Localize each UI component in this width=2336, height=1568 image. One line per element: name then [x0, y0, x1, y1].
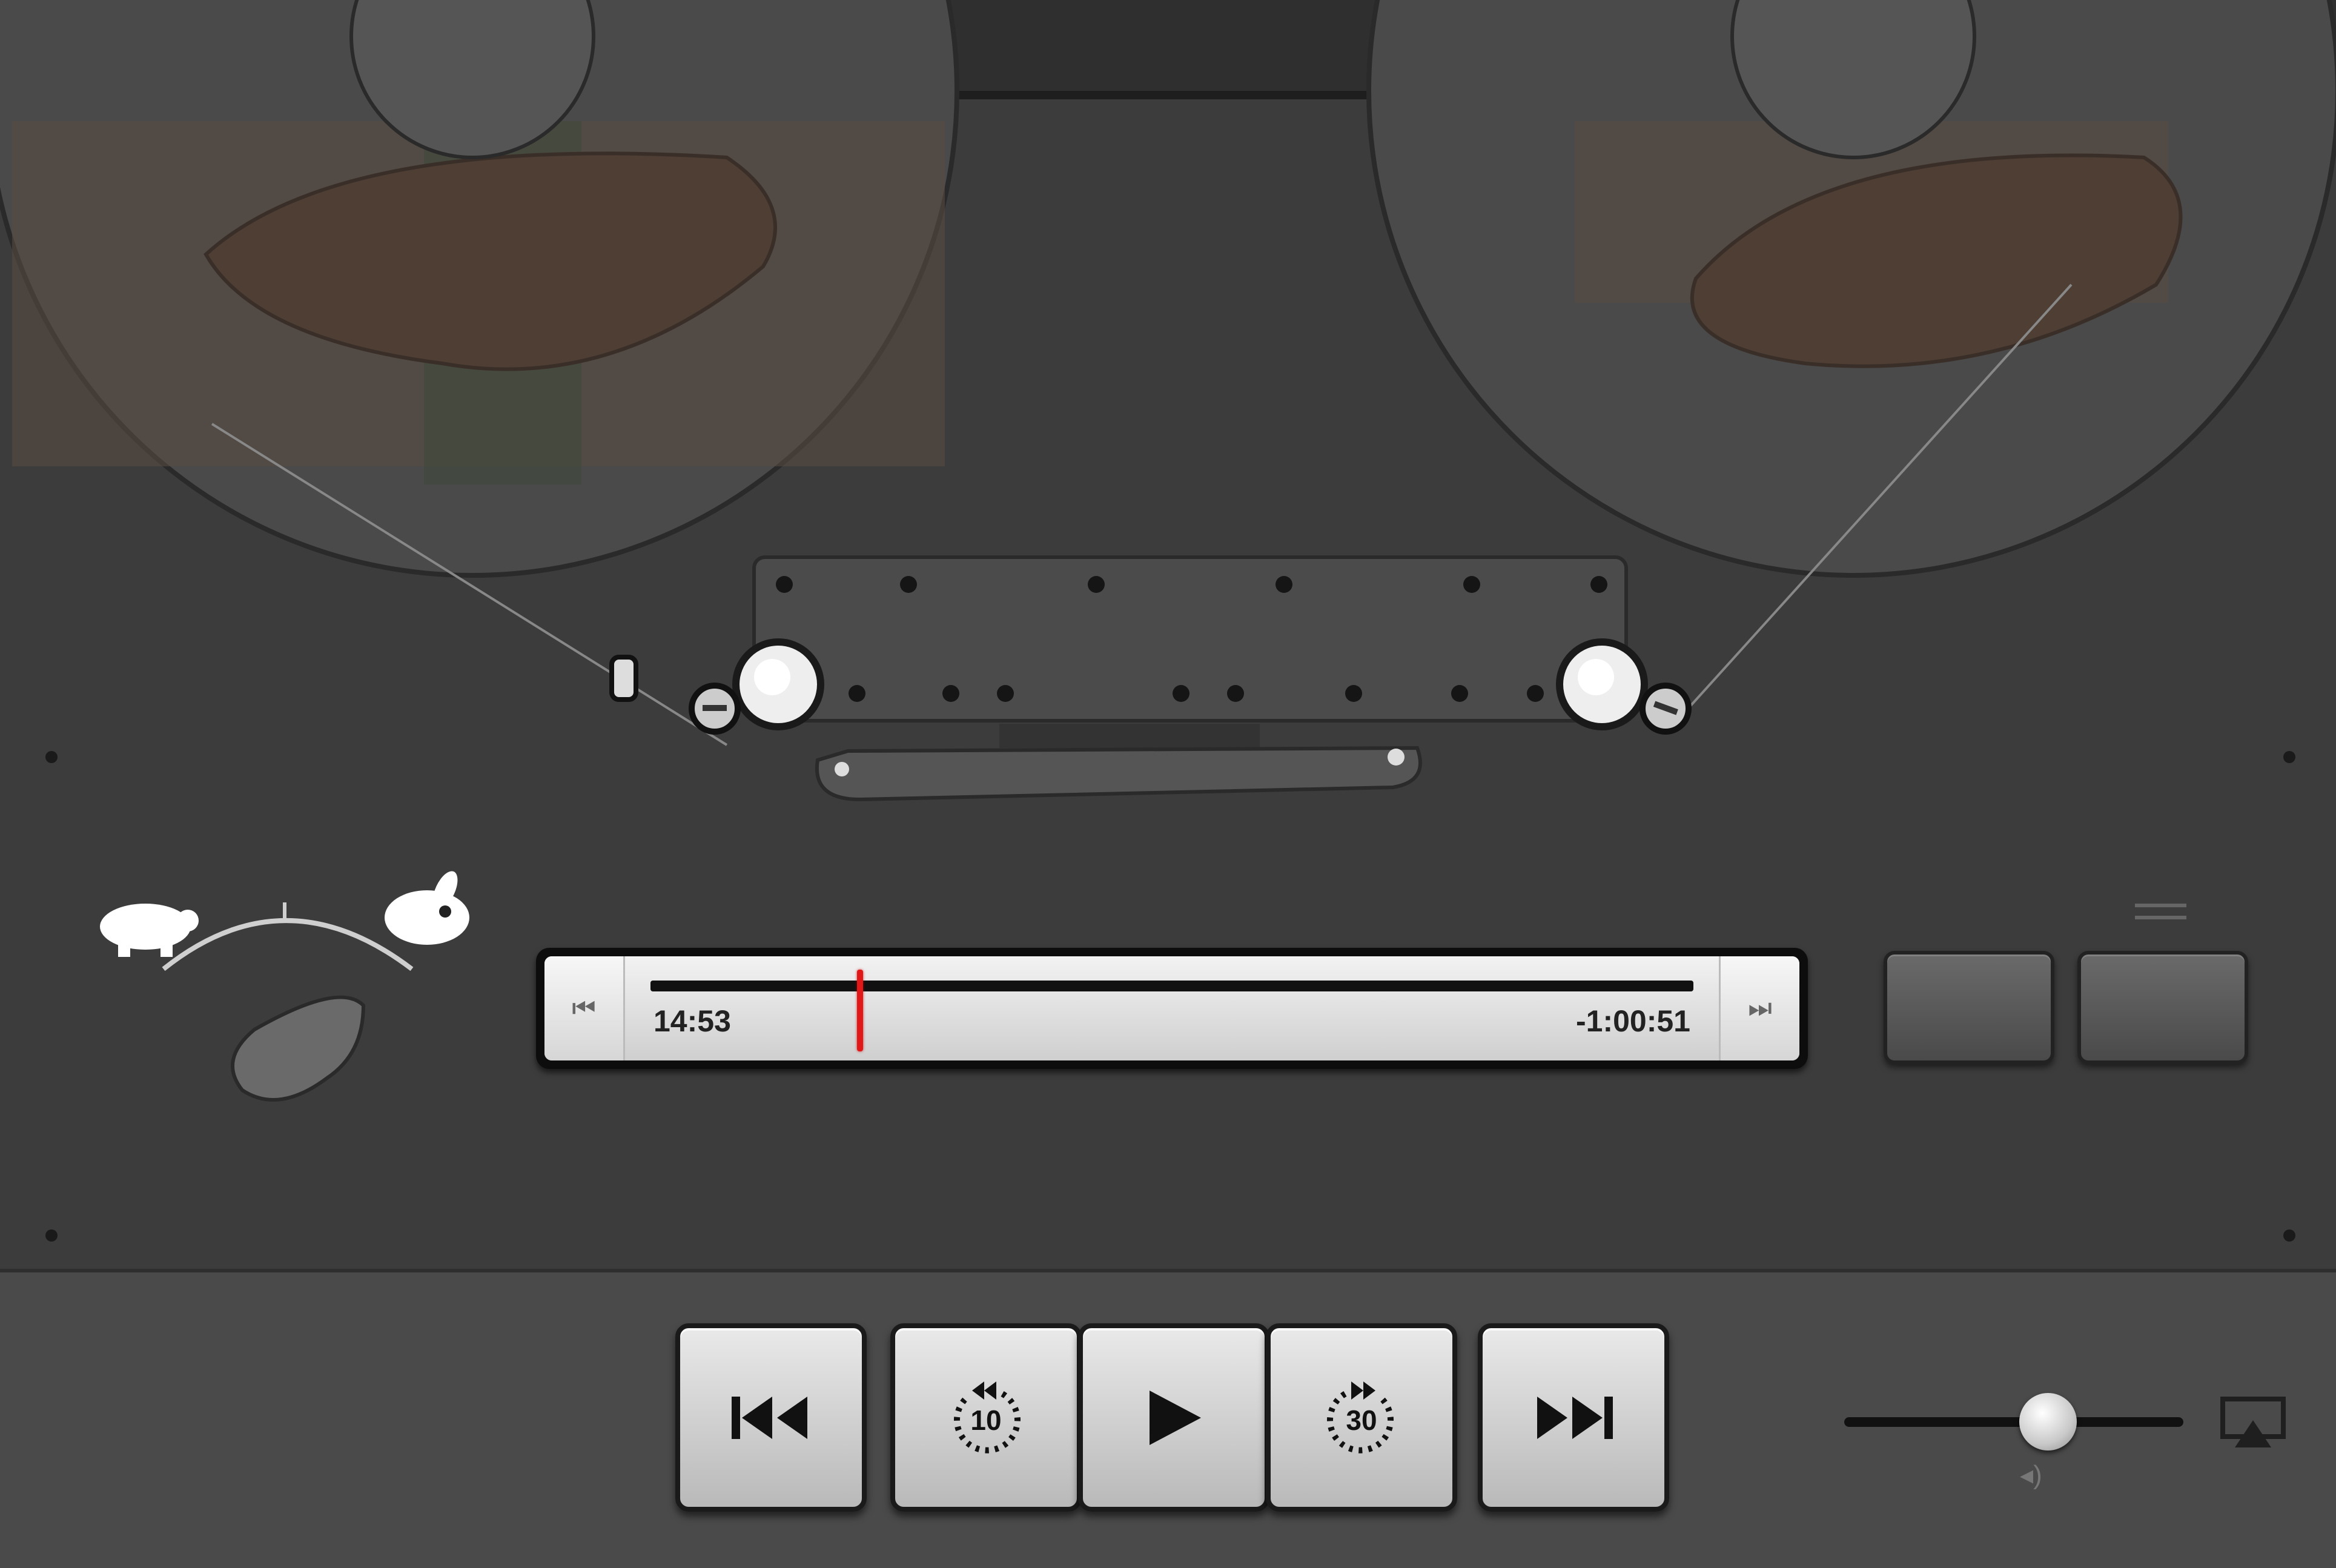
progress-track — [650, 981, 1693, 991]
jump-end-icon: ⏭ — [1748, 993, 1772, 1023]
jump-to-start-button[interactable]: ⏮ — [544, 956, 625, 1060]
next-track-icon — [1537, 1396, 1613, 1439]
volume-slider-track[interactable] — [1844, 1417, 2183, 1427]
play-button[interactable] — [1078, 1323, 1269, 1512]
skip-back-label: 10 — [970, 1404, 1001, 1436]
jump-start-icon: ⏮ — [572, 993, 596, 1023]
previous-track-button[interactable] — [675, 1323, 867, 1512]
airplay-button[interactable] — [2217, 1393, 2289, 1454]
skip-back-10-icon: 10 — [954, 1381, 1021, 1454]
previous-track-icon — [732, 1396, 807, 1439]
play-icon — [1150, 1390, 1201, 1445]
progress-scrubber[interactable]: ⏮ 14:53 -1:00:51 ⏭ — [536, 948, 1808, 1069]
skip-back-button[interactable]: 10 — [890, 1323, 1082, 1512]
next-track-button[interactable] — [1478, 1323, 1669, 1512]
playhead[interactable] — [856, 970, 863, 1051]
sleep-timer-button[interactable] — [2077, 951, 2248, 1064]
share-button[interactable] — [1884, 951, 2054, 1064]
skip-forward-30-icon: 30 — [1327, 1381, 1394, 1454]
remaining-time: -1:00:51 — [1576, 1004, 1690, 1038]
elapsed-time: 14:53 — [653, 1004, 731, 1038]
skip-forward-button[interactable]: 30 — [1266, 1323, 1457, 1512]
jump-to-end-button[interactable]: ⏭ — [1719, 956, 1799, 1060]
scrubber-track[interactable]: ⏮ 14:53 -1:00:51 ⏭ — [544, 956, 1799, 1060]
reel-to-reel-player: z ⏮ 14:53 -1:00:51 ⏭ — [0, 0, 2336, 1568]
skip-forward-label: 30 — [1346, 1404, 1377, 1436]
volume-slider-thumb[interactable] — [2019, 1393, 2077, 1451]
volume-speaker-icon: ◂) — [2020, 1460, 2042, 1490]
airplay-icon — [2220, 1397, 2286, 1447]
